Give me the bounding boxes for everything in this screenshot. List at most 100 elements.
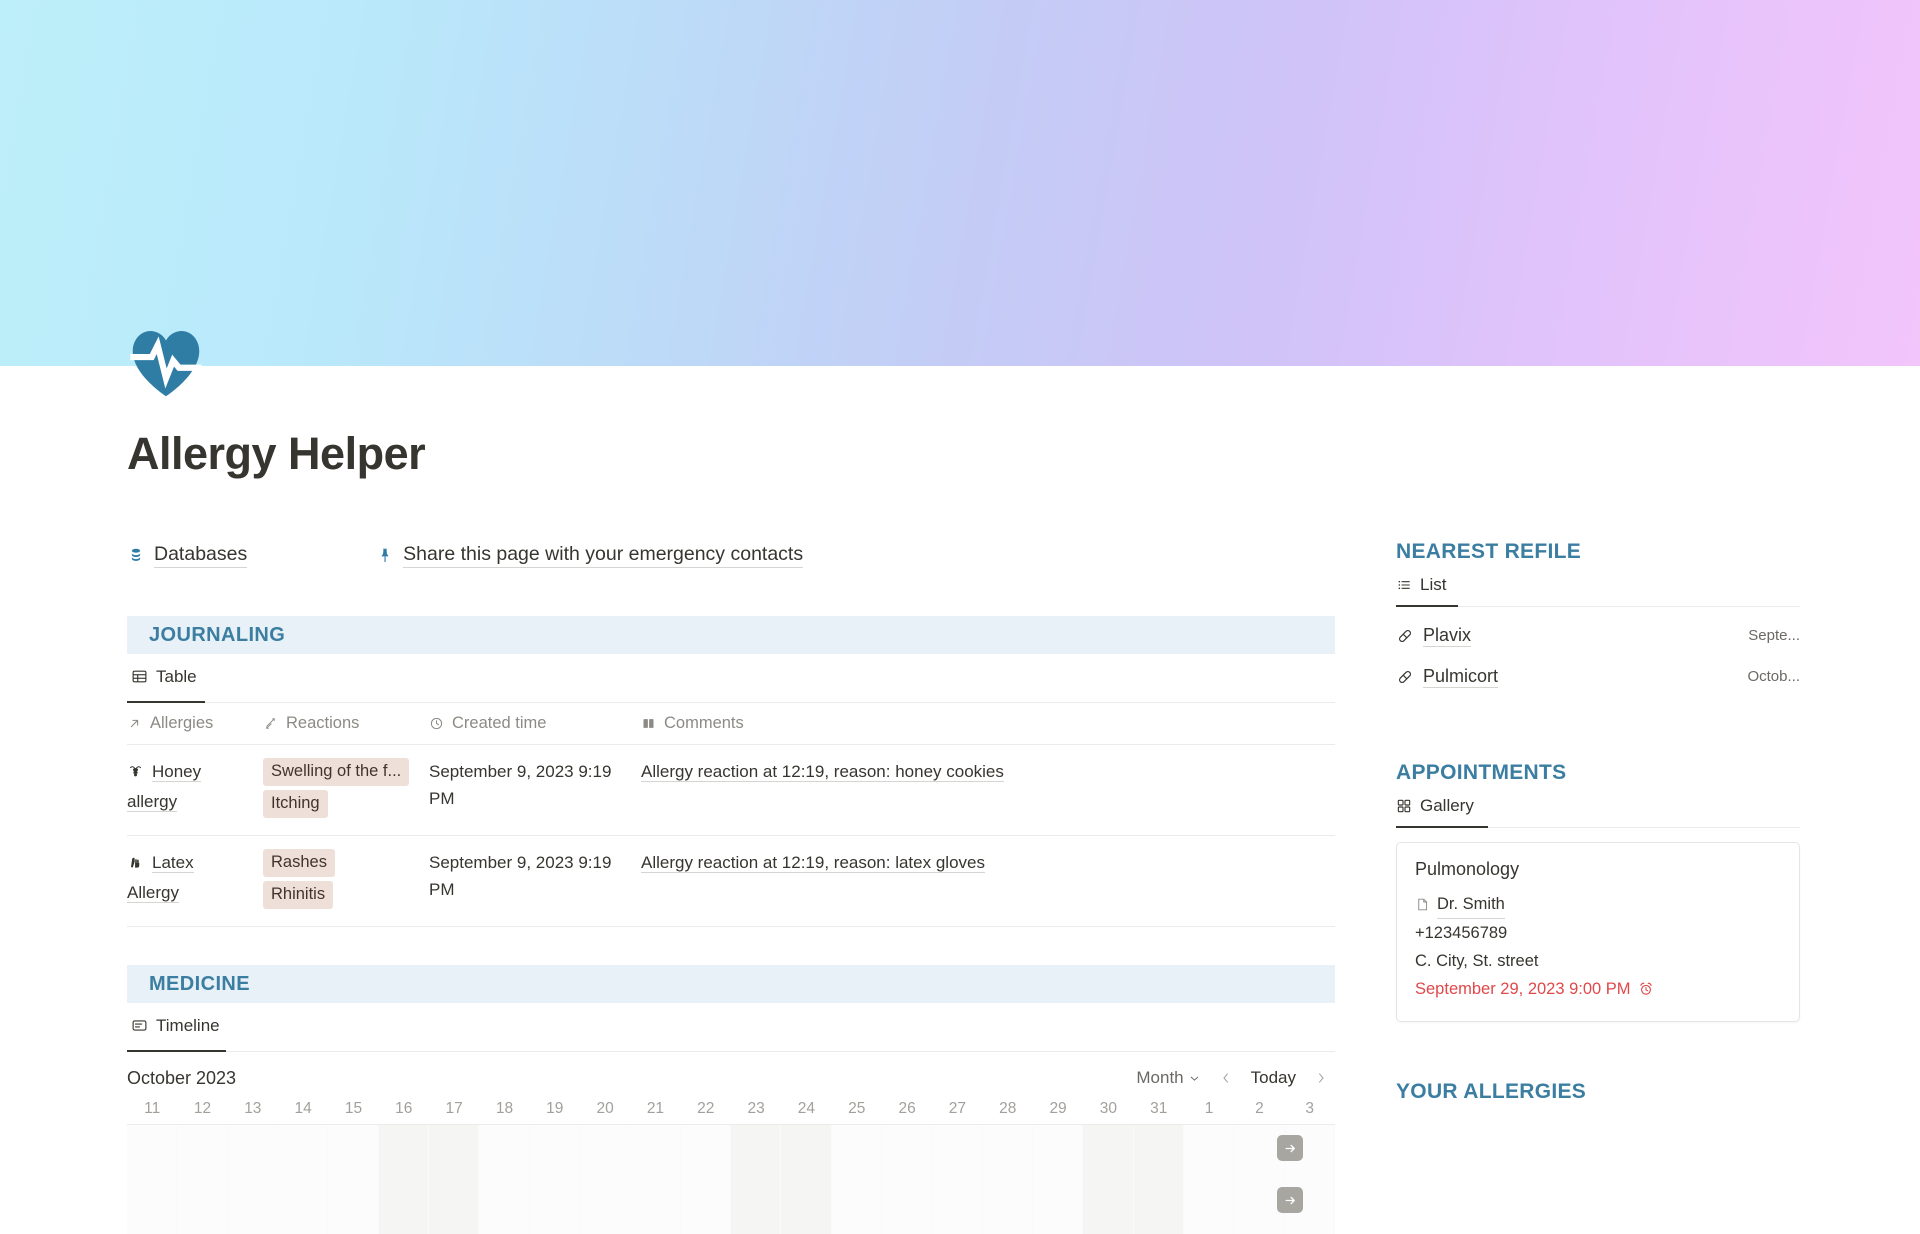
- journaling-section-header: JOURNALING: [127, 616, 1335, 654]
- reaction-tag[interactable]: Rhinitis: [263, 881, 334, 909]
- reaction-tag[interactable]: Swelling of the f...: [263, 758, 410, 786]
- refile-date: Septe...: [1748, 627, 1800, 644]
- share-page-link-label[interactable]: Share this page with your emergency cont…: [403, 543, 804, 568]
- page-links-row: Databases Share this page with your emer…: [127, 543, 1327, 573]
- table-row[interactable]: Honey allergy Swelling of the f... Itchi…: [127, 744, 1335, 836]
- journaling-active-tab-underline: [127, 701, 205, 703]
- column-header-comments[interactable]: Comments: [641, 703, 1335, 745]
- timeline-today-button[interactable]: Today: [1244, 1065, 1303, 1091]
- tab-table[interactable]: Table: [127, 654, 201, 699]
- timeline-grid-column[interactable]: [328, 1125, 379, 1234]
- timeline-grid-column[interactable]: [730, 1125, 782, 1234]
- gallery-icon: [1396, 798, 1412, 814]
- timeline-grid-column[interactable]: [428, 1125, 480, 1234]
- timeline-prev-button[interactable]: [1212, 1068, 1240, 1088]
- timeline-add-button[interactable]: [1277, 1187, 1303, 1213]
- tab-timeline[interactable]: Timeline: [127, 1003, 224, 1048]
- timeline-date-cell: 29: [1049, 1100, 1067, 1117]
- table-row[interactable]: Latex Allergy Rashes Rhinitis September …: [127, 835, 1335, 927]
- cell-comment-text[interactable]: Allergy reaction at 12:19, reason: honey…: [641, 762, 1004, 782]
- tab-timeline-label: Timeline: [156, 1015, 220, 1035]
- column-header-created-time[interactable]: Created time: [429, 703, 641, 745]
- reaction-tag[interactable]: Itching: [263, 790, 328, 818]
- list-item[interactable]: Pulmicort Octob...: [1396, 656, 1800, 697]
- pushpin-icon: [376, 546, 394, 565]
- nearest-refile-active-tab-underline: [1396, 605, 1458, 607]
- refile-name[interactable]: Pulmicort: [1423, 666, 1499, 688]
- timeline-next-button[interactable]: [1307, 1068, 1335, 1088]
- page-title: Allergy Helper: [127, 428, 426, 479]
- cell-comment[interactable]: Allergy reaction at 12:19, reason: latex…: [641, 835, 1335, 927]
- appointment-doctor-row[interactable]: Dr. Smith: [1415, 890, 1781, 919]
- column-header-reactions[interactable]: Reactions: [263, 703, 429, 745]
- nearest-refile-heading: NEAREST REFILE: [1396, 540, 1582, 563]
- cell-allergy[interactable]: Latex Allergy: [127, 835, 263, 927]
- timeline-zoom-selector[interactable]: Month: [1129, 1065, 1207, 1091]
- appointment-doctor-name[interactable]: Dr. Smith: [1437, 890, 1505, 919]
- appointments-heading: APPOINTMENTS: [1396, 761, 1567, 784]
- databases-link-label[interactable]: Databases: [154, 543, 248, 568]
- timeline-date-cell: 24: [797, 1100, 816, 1117]
- tab-gallery[interactable]: Gallery: [1396, 785, 1474, 827]
- list-item[interactable]: Plavix Septe...: [1396, 615, 1800, 656]
- tab-list-label: List: [1420, 575, 1447, 594]
- cell-allergy[interactable]: Honey allergy: [127, 744, 263, 836]
- timeline-grid-column[interactable]: [982, 1125, 1033, 1234]
- timeline-date-cell: 21: [646, 1100, 665, 1117]
- timeline-grid-column[interactable]: [630, 1125, 681, 1234]
- heart-pulse-icon[interactable]: [128, 325, 204, 401]
- appointment-card[interactable]: Pulmonology Dr. Smith +123456789 C. City…: [1396, 842, 1800, 1022]
- cell-comment-text[interactable]: Allergy reaction at 12:19, reason: latex…: [641, 853, 985, 873]
- nearest-refile-view-tabs: List: [1396, 564, 1800, 606]
- timeline-grid-column[interactable]: [177, 1125, 228, 1234]
- timeline-grid-column[interactable]: [277, 1125, 329, 1234]
- journaling-table-header-row: Allergies Reactions Created time Comment…: [127, 703, 1335, 745]
- cell-comment[interactable]: Allergy reaction at 12:19, reason: honey…: [641, 744, 1335, 836]
- timeline-grid-column[interactable]: [1032, 1125, 1084, 1234]
- timeline-date-cell: 22: [697, 1100, 715, 1117]
- tab-gallery-label: Gallery: [1420, 796, 1474, 815]
- glove-icon: [127, 852, 147, 879]
- journaling-heading-text: JOURNALING: [149, 623, 286, 646]
- timeline-add-button[interactable]: [1277, 1135, 1303, 1161]
- appointments-active-tab-underline: [1396, 826, 1488, 828]
- databases-link[interactable]: Databases: [127, 543, 248, 568]
- refile-list-spacer: [1396, 607, 1800, 615]
- cell-reactions[interactable]: Rashes Rhinitis: [263, 835, 429, 927]
- timeline-grid-column[interactable]: [1133, 1125, 1184, 1234]
- timeline-grid-column[interactable]: [479, 1125, 530, 1234]
- cell-created-time: September 9, 2023 9:19 PM: [429, 835, 641, 927]
- medicine-spacer: [127, 927, 1335, 965]
- timeline-date-cell: 26: [898, 1100, 916, 1117]
- reaction-tag[interactable]: Rashes: [263, 849, 335, 877]
- timeline-grid-column[interactable]: [227, 1125, 278, 1234]
- timeline-grid-column[interactable]: [781, 1125, 832, 1234]
- cell-reactions[interactable]: Swelling of the f... Itching: [263, 744, 429, 836]
- share-page-link[interactable]: Share this page with your emergency cont…: [376, 543, 804, 568]
- timeline-grid-column[interactable]: [529, 1125, 580, 1234]
- main-content-column: JOURNALING Table Allergies Reactions Cre…: [127, 616, 1335, 1234]
- timeline-date-cell: 19: [546, 1100, 564, 1117]
- timeline-icon: [131, 1017, 148, 1034]
- column-header-allergies[interactable]: Allergies: [127, 703, 263, 745]
- timeline-grid-column[interactable]: [378, 1125, 429, 1234]
- timeline-grid-column[interactable]: [881, 1125, 933, 1234]
- page-cover-banner: [0, 0, 1920, 366]
- timeline-grid-column[interactable]: [1083, 1125, 1134, 1234]
- timeline-grid-column[interactable]: [579, 1125, 631, 1234]
- tab-list[interactable]: List: [1396, 564, 1446, 606]
- book-icon: [641, 716, 656, 731]
- pill-icon: [1396, 627, 1414, 645]
- timeline-grid-column[interactable]: [1183, 1125, 1235, 1234]
- refile-name[interactable]: Plavix: [1423, 625, 1472, 647]
- timeline-grid-column[interactable]: [680, 1125, 731, 1234]
- appointment-title: Pulmonology: [1415, 859, 1520, 879]
- column-header-comments-label: Comments: [664, 714, 744, 732]
- timeline-date-cell: 18: [495, 1100, 514, 1117]
- timeline-grid-column[interactable]: [127, 1125, 178, 1234]
- bee-icon: [127, 761, 147, 788]
- timeline-grid-column[interactable]: [831, 1125, 882, 1234]
- timeline-grid-column[interactable]: [932, 1125, 983, 1234]
- timeline-controls: Month Today: [1129, 1065, 1335, 1091]
- journaling-table: Allergies Reactions Created time Comment…: [127, 703, 1335, 927]
